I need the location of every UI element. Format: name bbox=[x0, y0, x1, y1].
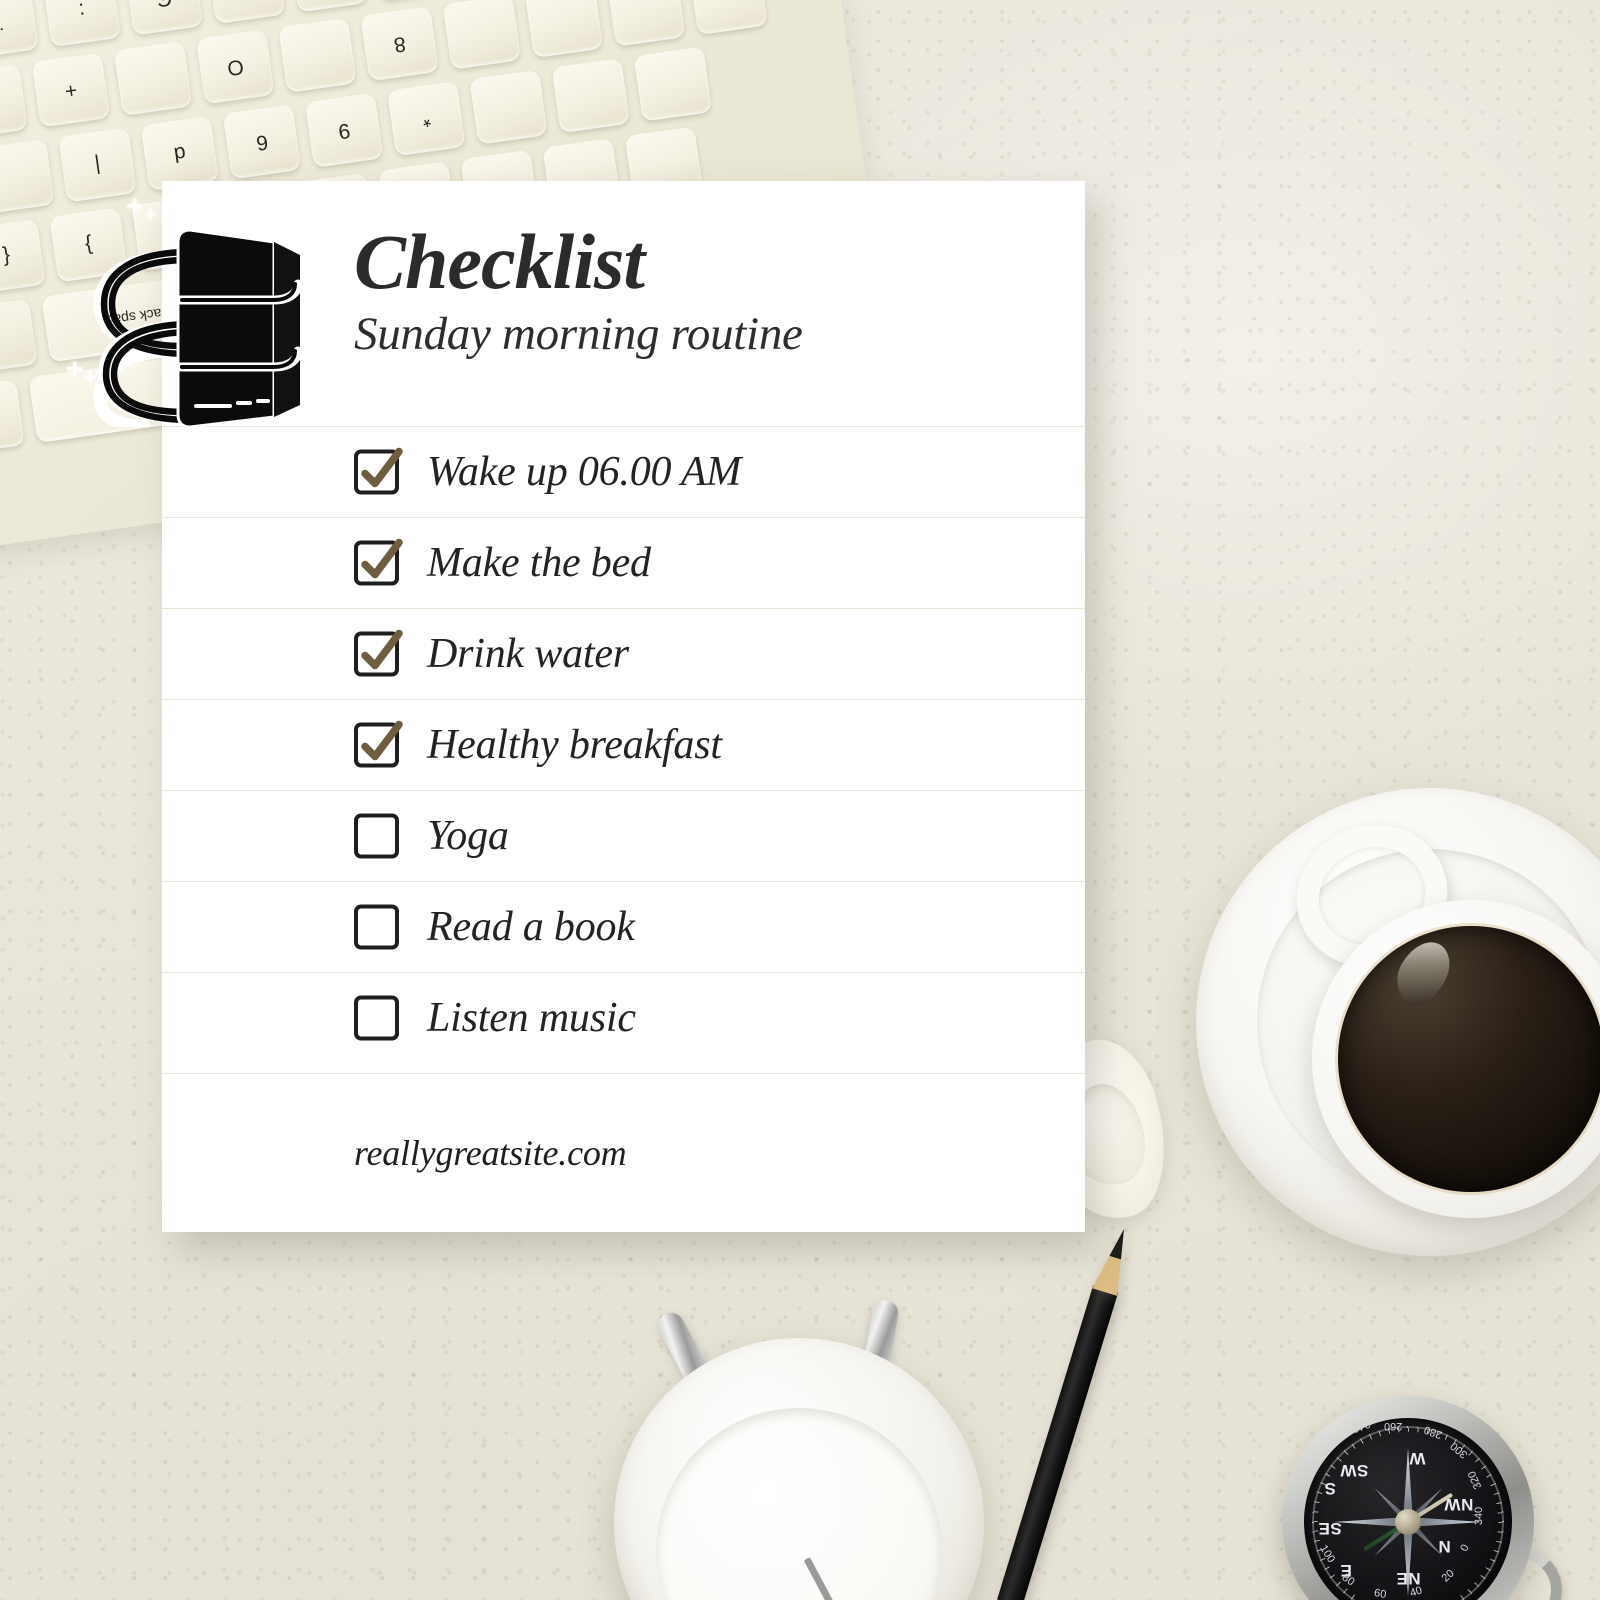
clock-body bbox=[614, 1338, 984, 1600]
checklist-item-label: Healthy breakfast bbox=[427, 722, 722, 768]
keyboard-key: * bbox=[387, 81, 466, 157]
keyboard-key: 8 bbox=[360, 6, 439, 82]
checkbox-checked-icon[interactable] bbox=[354, 447, 403, 495]
page-title: Checklist bbox=[354, 218, 645, 305]
keyboard-key bbox=[0, 379, 25, 455]
checklist-row[interactable]: Healthy breakfast bbox=[162, 699, 1085, 790]
keyboard-key bbox=[469, 69, 548, 145]
alarm-clock bbox=[614, 1298, 984, 1600]
sparkle-icon: + bbox=[144, 202, 157, 227]
checklist-item-label: Drink water bbox=[427, 631, 629, 677]
keyboard-key: Є bbox=[124, 0, 204, 36]
website-url: reallygreatsite.com bbox=[354, 1133, 627, 1173]
keyboard-key bbox=[551, 57, 631, 134]
checklist-row[interactable]: Read a book bbox=[162, 881, 1085, 972]
checklist-item-label: Wake up 06.00 AM bbox=[427, 449, 742, 495]
keyboard-key: ˙ bbox=[0, 0, 39, 59]
clock-face bbox=[656, 1408, 942, 1600]
checkbox-empty-icon[interactable] bbox=[354, 904, 399, 950]
checkbox-checked-icon[interactable] bbox=[354, 538, 403, 586]
compass-dir-nw: NW bbox=[1444, 1495, 1474, 1514]
keyboard-key: : bbox=[42, 0, 122, 48]
keyboard-key bbox=[689, 0, 768, 35]
compass-degree: 340 bbox=[1473, 1506, 1486, 1526]
clock-hour-hand bbox=[803, 1557, 845, 1600]
keyboard-key: d bbox=[140, 115, 220, 191]
compass-dir-s: S bbox=[1324, 1479, 1336, 1498]
checklist-row[interactable]: Drink water bbox=[162, 608, 1085, 699]
keyboard-key bbox=[633, 46, 713, 122]
keyboard-key: Ѕ bbox=[371, 0, 450, 1]
keyboard-key bbox=[607, 0, 686, 47]
compass-dir-sw: SW bbox=[1340, 1461, 1369, 1480]
keyboard-key bbox=[113, 40, 193, 116]
keyboard-key bbox=[206, 0, 286, 24]
checkbox-empty-icon[interactable] bbox=[354, 813, 399, 859]
keyboard-key bbox=[0, 138, 55, 214]
compass-hub bbox=[1395, 1509, 1421, 1535]
checklist-row[interactable]: Make the bed bbox=[162, 517, 1085, 608]
checkbox-checked-icon[interactable] bbox=[354, 629, 403, 677]
checklist-item-label: Read a book bbox=[427, 904, 635, 950]
compass-dir-w: W bbox=[1409, 1449, 1426, 1468]
keyboard-key bbox=[278, 17, 357, 93]
checklist-row[interactable]: Wake up 06.00 AM bbox=[162, 426, 1085, 517]
keyboard-key: O bbox=[196, 29, 275, 105]
keyboard-key-delete: Delete bbox=[0, 298, 38, 381]
card-footer: reallygreatsite.com bbox=[162, 1073, 1085, 1232]
checklist-item-label: Make the bed bbox=[427, 540, 651, 586]
checklist-item-label: Listen music bbox=[427, 995, 636, 1041]
keyboard-key: " bbox=[0, 63, 28, 139]
sparkle-icon: + bbox=[126, 190, 144, 223]
keyboard-key: | bbox=[289, 0, 368, 13]
checklist-row[interactable]: Yoga bbox=[162, 790, 1085, 881]
binder-clip-icon bbox=[78, 212, 328, 427]
checklist-rows: Wake up 06.00 AM Make the bed Drink wate… bbox=[162, 426, 1085, 1063]
keyboard-key bbox=[442, 0, 522, 70]
checklist-item-label: Yoga bbox=[427, 813, 509, 859]
checklist-row[interactable]: Listen music bbox=[162, 972, 1085, 1063]
keyboard-key: + bbox=[31, 52, 111, 128]
compass: SW W NW N NE E SE S 260 280 300 320 340 … bbox=[1282, 1396, 1562, 1600]
page-subtitle: Sunday morning routine bbox=[354, 308, 803, 360]
sparkle-icon: + bbox=[84, 365, 97, 390]
keyboard-key bbox=[524, 0, 604, 59]
desk-scene: S⇩ | ¿ З ✕ ✕ ✕ ˙ : Є | Ѕ ⊥ → " bbox=[0, 0, 1600, 1600]
keyboard-key: 6 bbox=[222, 104, 302, 180]
compass-dir-se: SE bbox=[1318, 1519, 1342, 1538]
checkbox-checked-icon[interactable] bbox=[354, 720, 403, 768]
checkbox-empty-icon[interactable] bbox=[354, 995, 399, 1041]
keyboard-key: { bbox=[0, 218, 46, 294]
compass-degree: 60 bbox=[1373, 1587, 1388, 1600]
compass-dir-n: N bbox=[1438, 1537, 1451, 1556]
compass-degree: 260 bbox=[1384, 1420, 1403, 1432]
keyboard-key: 9 bbox=[304, 92, 384, 168]
sparkle-icon: + bbox=[66, 353, 84, 386]
